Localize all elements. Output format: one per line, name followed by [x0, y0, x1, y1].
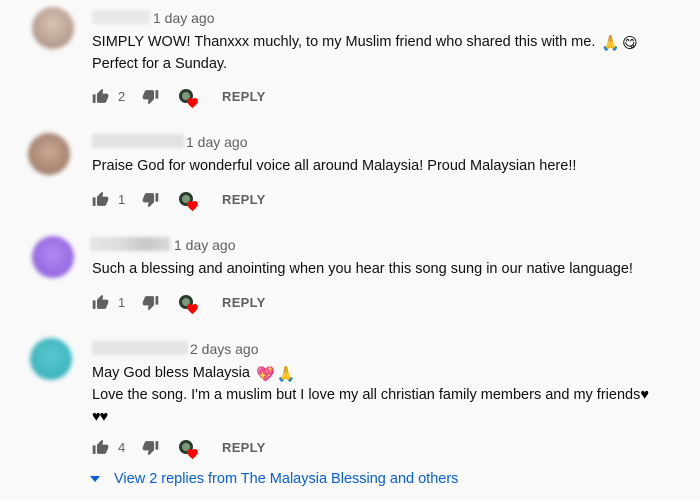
comment-line: May God bless Malaysia: [92, 365, 250, 381]
author-name[interactable]: [92, 341, 188, 355]
author-name[interactable]: [92, 134, 184, 148]
view-replies-button[interactable]: View 2 replies from The Malaysia Blessin…: [90, 470, 458, 487]
creator-heart-icon: [178, 191, 200, 218]
like-count: 2: [118, 89, 126, 104]
like-count: 1: [118, 295, 126, 310]
comment-text: SIMPLY WOW! Thanxxx muchly, to my Muslim…: [92, 31, 638, 75]
emoji: 🙏: [601, 35, 621, 52]
comment-timestamp[interactable]: 1 day ago: [186, 134, 248, 150]
reply-button[interactable]: REPLY: [222, 89, 266, 104]
like-icon[interactable]: [92, 191, 109, 213]
comments-section: 1 day ago SIMPLY WOW! Thanxxx muchly, to…: [0, 0, 700, 500]
like-icon[interactable]: [92, 439, 109, 461]
creator-heart-icon: [178, 439, 200, 466]
author-name[interactable]: [90, 237, 170, 251]
like-count: 4: [118, 440, 126, 455]
reply-button[interactable]: REPLY: [222, 295, 266, 310]
like-icon[interactable]: [92, 294, 109, 316]
like-icon[interactable]: [92, 88, 109, 110]
comment-timestamp[interactable]: 1 day ago: [174, 237, 236, 253]
dislike-icon[interactable]: [142, 191, 159, 213]
reply-button[interactable]: REPLY: [222, 192, 266, 207]
comment-timestamp[interactable]: 2 days ago: [190, 341, 259, 357]
comment-text: Praise God for wonderful voice all aroun…: [92, 155, 576, 177]
creator-heart-icon: [178, 88, 200, 115]
dislike-icon[interactable]: [142, 88, 159, 110]
avatar[interactable]: [28, 133, 70, 175]
reply-button[interactable]: REPLY: [222, 440, 266, 455]
hearts: ♥: [640, 387, 649, 403]
comment-line: Perfect for a Sunday.: [92, 56, 228, 72]
like-count: 1: [118, 192, 126, 207]
comment-line: Praise God for wonderful voice all aroun…: [92, 158, 577, 174]
comment-line: Such a blessing and anointing when you h…: [92, 261, 633, 277]
hearts: ♥♥: [92, 409, 108, 425]
emoji: 💖: [255, 366, 275, 383]
avatar[interactable]: [30, 338, 72, 380]
creator-heart-icon: [178, 294, 200, 321]
comment-line: SIMPLY WOW! Thanxxx muchly, to my Muslim…: [92, 34, 596, 50]
comment-timestamp[interactable]: 1 day ago: [153, 10, 215, 26]
view-replies-label: View 2 replies from The Malaysia Blessin…: [114, 471, 459, 487]
chevron-down-icon: [90, 470, 100, 486]
comment-text: May God bless Malaysia 💖 🙏 Love the song.…: [92, 362, 649, 428]
comment-text: Such a blessing and anointing when you h…: [92, 258, 633, 280]
dislike-icon[interactable]: [142, 294, 159, 316]
emoji: 😋: [622, 35, 638, 52]
comment-line: Love the song. I'm a muslim but I love m…: [92, 387, 641, 403]
avatar[interactable]: [32, 7, 74, 49]
dislike-icon[interactable]: [142, 439, 159, 461]
emoji: 🙏: [276, 366, 296, 383]
avatar[interactable]: [32, 236, 74, 278]
author-name[interactable]: [92, 10, 150, 24]
